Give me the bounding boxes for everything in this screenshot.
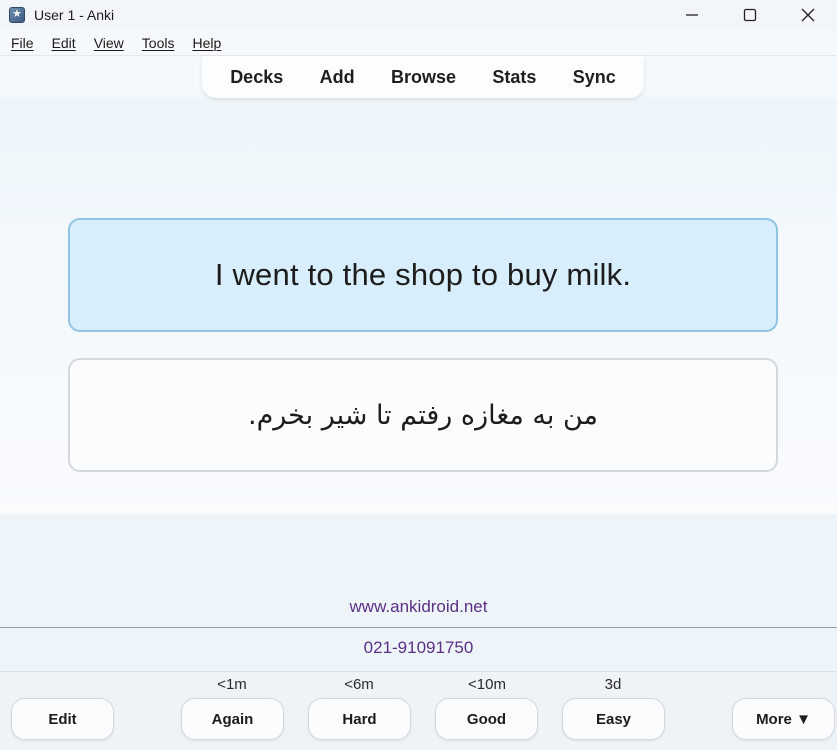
window-title: User 1 - Anki (34, 7, 115, 23)
window-controls (663, 0, 837, 30)
again-button[interactable]: Again (181, 698, 284, 740)
card-front-text: I went to the shop to buy milk. (214, 257, 632, 292)
toolbar-stats[interactable]: Stats (486, 67, 542, 88)
hard-button[interactable]: Hard (308, 698, 411, 740)
more-button[interactable]: More ▼ (732, 698, 835, 740)
divider (0, 627, 837, 628)
hard-due-time: <6m (344, 676, 374, 693)
main-toolbar: Decks Add Browse Stats Sync (202, 56, 644, 98)
easy-button[interactable]: Easy (562, 698, 665, 740)
again-due-time: <1m (217, 676, 247, 693)
toolbar-sync[interactable]: Sync (567, 67, 622, 88)
card-front: I went to the shop to buy milk. (68, 218, 778, 332)
phone-number: 021-91091750 (363, 638, 474, 657)
close-button[interactable] (779, 0, 837, 30)
maximize-icon (743, 8, 757, 22)
toolbar-browse[interactable]: Browse (385, 67, 462, 88)
toolbar-add[interactable]: Add (314, 67, 361, 88)
maximize-button[interactable] (721, 0, 779, 30)
menu-bar: File Edit View Tools Help (0, 30, 837, 56)
menu-tools[interactable]: Tools (133, 35, 184, 51)
anki-logo-icon (9, 7, 25, 23)
edit-button[interactable]: Edit (11, 698, 114, 740)
close-icon (801, 8, 815, 22)
good-due-time: <10m (468, 676, 506, 693)
card-back: من به مغازه رفتم تا شیر بخرم. (68, 358, 778, 472)
minimize-icon (686, 14, 698, 16)
menu-file[interactable]: File (2, 35, 43, 51)
menu-view[interactable]: View (85, 35, 133, 51)
easy-due-time: 3d (604, 676, 622, 693)
title-bar: User 1 - Anki (0, 0, 837, 30)
menu-help[interactable]: Help (183, 35, 230, 51)
answer-bar (0, 671, 837, 750)
website-link[interactable]: www.ankidroid.net (0, 597, 837, 617)
good-button[interactable]: Good (435, 698, 538, 740)
minimize-button[interactable] (663, 0, 721, 30)
toolbar-decks[interactable]: Decks (224, 67, 289, 88)
card-back-text: من به مغازه رفتم تا شیر بخرم. (247, 399, 598, 431)
menu-edit[interactable]: Edit (43, 35, 85, 51)
